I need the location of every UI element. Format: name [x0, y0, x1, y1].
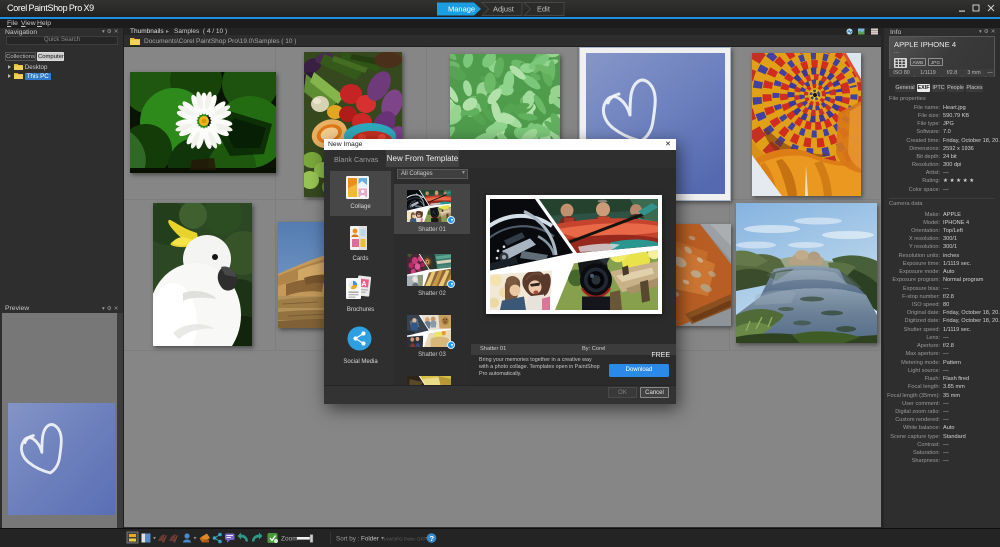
svg-text:Sort by :: Sort by : [336, 536, 360, 543]
svg-text:Edit: Edit [537, 5, 551, 14]
svg-text:?: ? [430, 534, 435, 543]
svg-text:Manage: Manage [448, 5, 475, 14]
svg-text:Folder: Folder [361, 536, 379, 543]
svg-text:Adjust: Adjust [493, 5, 515, 14]
svg-text:Zoom: Zoom [281, 536, 298, 543]
svg-text:A: A [361, 281, 367, 288]
svg-text:RAW/JPG Pairs: OFF: RAW/JPG Pairs: OFF [382, 536, 426, 541]
